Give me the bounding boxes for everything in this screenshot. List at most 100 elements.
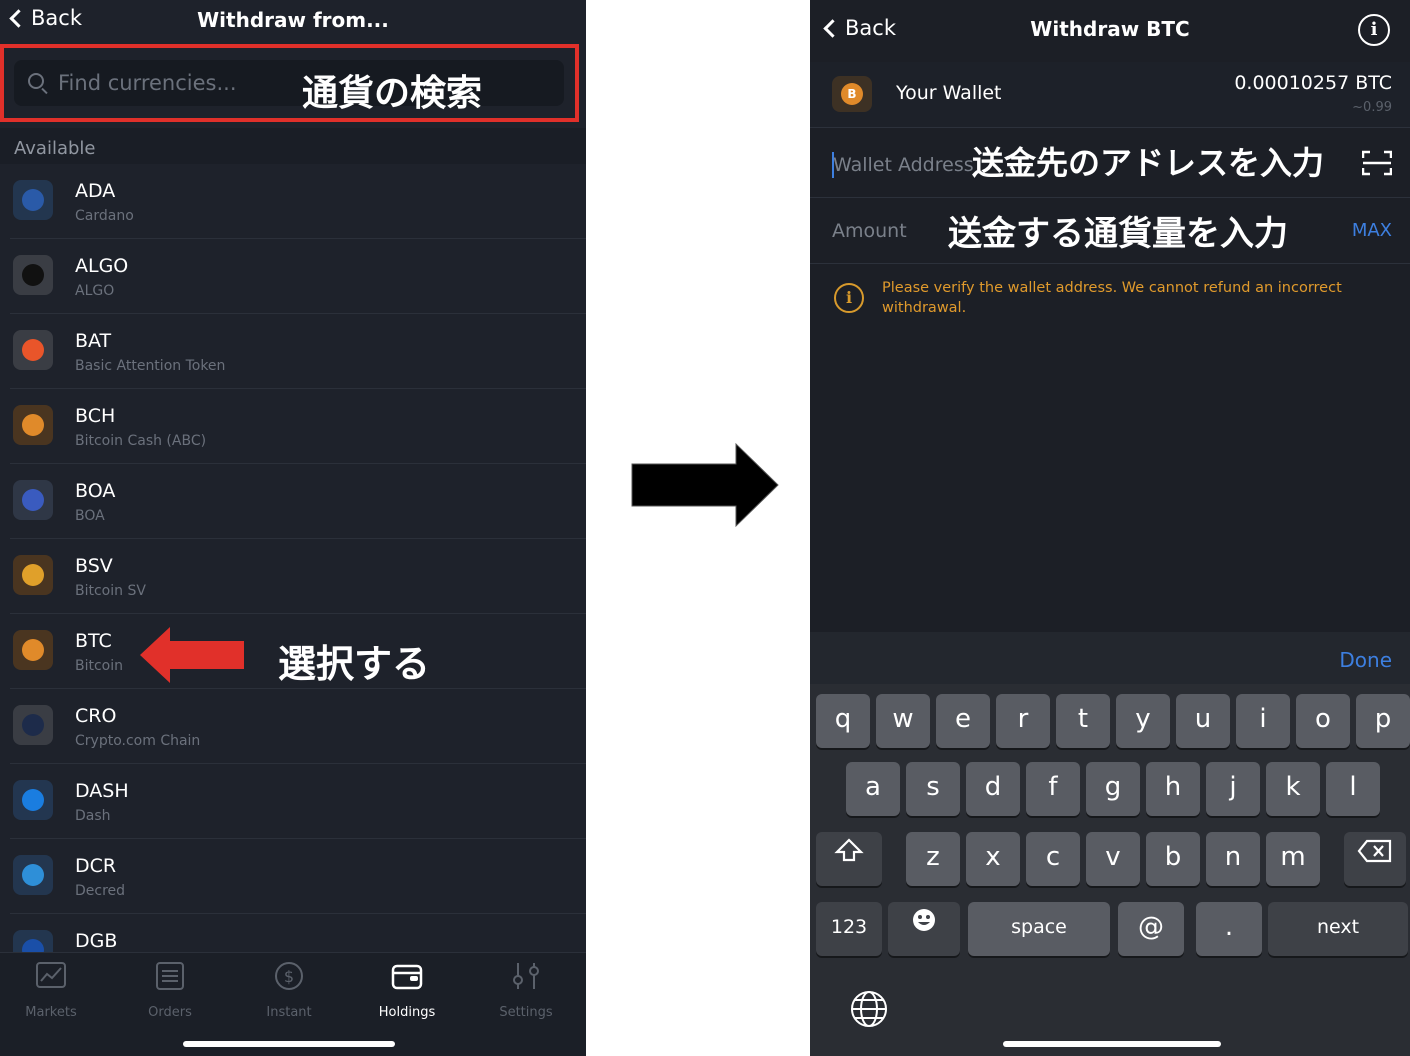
amount-input[interactable]	[832, 216, 942, 246]
currency-symbol: BOA	[75, 480, 116, 502]
key-z[interactable]: z	[906, 832, 960, 886]
currency-name: Bitcoin	[75, 658, 124, 674]
bitcoin-sv-icon	[13, 555, 53, 595]
key-c[interactable]: c	[1026, 832, 1080, 886]
key-m[interactable]: m	[1266, 832, 1320, 886]
qr-scan-icon[interactable]	[1362, 150, 1392, 176]
currency-row-bsv[interactable]: BSV Bitcoin SV	[0, 539, 586, 614]
key-v[interactable]: v	[1086, 832, 1140, 886]
currency-symbol: ALGO	[75, 255, 129, 277]
bitcoin-icon	[13, 630, 53, 670]
key-h[interactable]: h	[1146, 762, 1200, 816]
key-b[interactable]: b	[1146, 832, 1200, 886]
key-t[interactable]: t	[1056, 694, 1110, 748]
key-y[interactable]: y	[1116, 694, 1170, 748]
tab-holdings[interactable]: Holdings	[357, 961, 457, 1020]
globe-icon[interactable]	[850, 990, 888, 1028]
key-s[interactable]: s	[906, 762, 960, 816]
key-p[interactable]: p	[1356, 694, 1410, 748]
currency-symbol: DGB	[75, 930, 118, 952]
key-e[interactable]: e	[936, 694, 990, 748]
currency-row-algo[interactable]: ALGO ALGO	[0, 239, 586, 314]
tab-label: Settings	[499, 1005, 553, 1020]
currency-row-dash[interactable]: DASH Dash	[0, 764, 586, 839]
currency-list-screen: Back Withdraw from... 通貨の検索 Available AD…	[0, 0, 586, 1056]
bitcoin-cash-icon	[13, 405, 53, 445]
section-label: Available	[14, 138, 96, 159]
currency-row-cro[interactable]: CRO Crypto.com Chain	[0, 689, 586, 764]
warning-message: Please verify the wallet address. We can…	[882, 280, 1342, 316]
transition-arrow-icon	[631, 442, 779, 528]
currency-name: Decred	[75, 883, 126, 899]
tab-settings[interactable]: Settings	[476, 961, 576, 1020]
key-x[interactable]: x	[966, 832, 1020, 886]
dot-key[interactable]: .	[1196, 902, 1262, 956]
key-w[interactable]: w	[876, 694, 930, 748]
shift-key[interactable]	[816, 832, 882, 886]
page-title: Withdraw from...	[197, 8, 389, 32]
boa-icon	[13, 480, 53, 520]
key-r[interactable]: r	[996, 694, 1050, 748]
delete-key[interactable]	[1344, 832, 1406, 886]
search-annotation: 通貨の検索	[302, 73, 483, 114]
key-a[interactable]: a	[846, 762, 900, 816]
keyboard: q w e r t y u i o p a s d f g h j k l z x c v b n m 123 space @. next	[810, 684, 1410, 1056]
cro-icon	[13, 705, 53, 745]
key-g[interactable]: g	[1086, 762, 1140, 816]
withdraw-screen: Back Withdraw BTC i B Your Wallet 0.0001…	[810, 0, 1410, 1056]
at-key[interactable]: @	[1118, 902, 1184, 956]
amount-annotation: 送金する通貨量を入力	[948, 214, 1288, 254]
space-key[interactable]: space	[968, 902, 1110, 956]
keyboard-toolbar: Done	[810, 632, 1410, 684]
currency-name: Crypto.com Chain	[75, 733, 201, 749]
home-indicator	[183, 1041, 395, 1047]
tab-label: Holdings	[378, 1005, 436, 1020]
svg-text:$: $	[284, 967, 294, 986]
currency-symbol: ADA	[75, 180, 116, 202]
decred-icon	[13, 855, 53, 895]
emoji-key[interactable]	[888, 902, 960, 956]
tab-orders[interactable]: Orders	[120, 961, 220, 1020]
dollar-icon: $	[275, 962, 303, 990]
key-i[interactable]: i	[1236, 694, 1290, 748]
currency-symbol: DCR	[75, 855, 117, 877]
key-d[interactable]: d	[966, 762, 1020, 816]
tab-instant[interactable]: $ Instant	[239, 961, 339, 1020]
next-key[interactable]: next	[1268, 902, 1408, 956]
currency-symbol: CRO	[75, 705, 117, 727]
currency-symbol: BSV	[75, 555, 113, 577]
currency-row-bch[interactable]: BCH Bitcoin Cash (ABC)	[0, 389, 586, 464]
key-l[interactable]: l	[1326, 762, 1380, 816]
key-k[interactable]: k	[1266, 762, 1320, 816]
page-title: Withdraw BTC	[1030, 17, 1190, 41]
currency-row-dcr[interactable]: DCR Decred	[0, 839, 586, 914]
done-button[interactable]: Done	[1339, 648, 1392, 672]
nav-bar: Back Withdraw BTC i	[810, 0, 1410, 62]
max-button[interactable]: MAX	[1352, 220, 1392, 241]
info-icon[interactable]: i	[1358, 14, 1390, 46]
wallet-label: Your Wallet	[896, 82, 1002, 104]
key-u[interactable]: u	[1176, 694, 1230, 748]
key-f[interactable]: f	[1026, 762, 1080, 816]
currency-row-ada[interactable]: ADA Cardano	[0, 164, 586, 239]
key-j[interactable]: j	[1206, 762, 1260, 816]
sliders-icon	[513, 963, 539, 989]
numbers-key[interactable]: 123	[816, 902, 882, 956]
key-n[interactable]: n	[1206, 832, 1260, 886]
tab-markets[interactable]: Markets	[1, 961, 101, 1020]
key-q[interactable]: q	[816, 694, 870, 748]
currency-name: Bitcoin Cash (ABC)	[75, 433, 207, 449]
wallet-row: B Your Wallet 0.00010257 BTC ~0.99	[810, 62, 1410, 128]
currency-row-bat[interactable]: BAT Basic Attention Token	[0, 314, 586, 389]
wallet-fiat-value: ~0.99	[1352, 100, 1392, 115]
currency-name: Basic Attention Token	[75, 358, 226, 374]
currency-name: Bitcoin SV	[75, 583, 146, 599]
home-indicator	[1003, 1041, 1221, 1047]
wallet-address-input[interactable]	[833, 150, 975, 180]
currency-name: Cardano	[75, 208, 134, 224]
currency-row-boa[interactable]: BOA BOA	[0, 464, 586, 539]
key-o[interactable]: o	[1296, 694, 1350, 748]
search-highlight-box: 通貨の検索	[0, 44, 579, 122]
currency-list: ADA Cardano ALGO ALGO BAT Basic Attention Tok…	[0, 164, 586, 989]
search-input[interactable]	[58, 66, 298, 100]
